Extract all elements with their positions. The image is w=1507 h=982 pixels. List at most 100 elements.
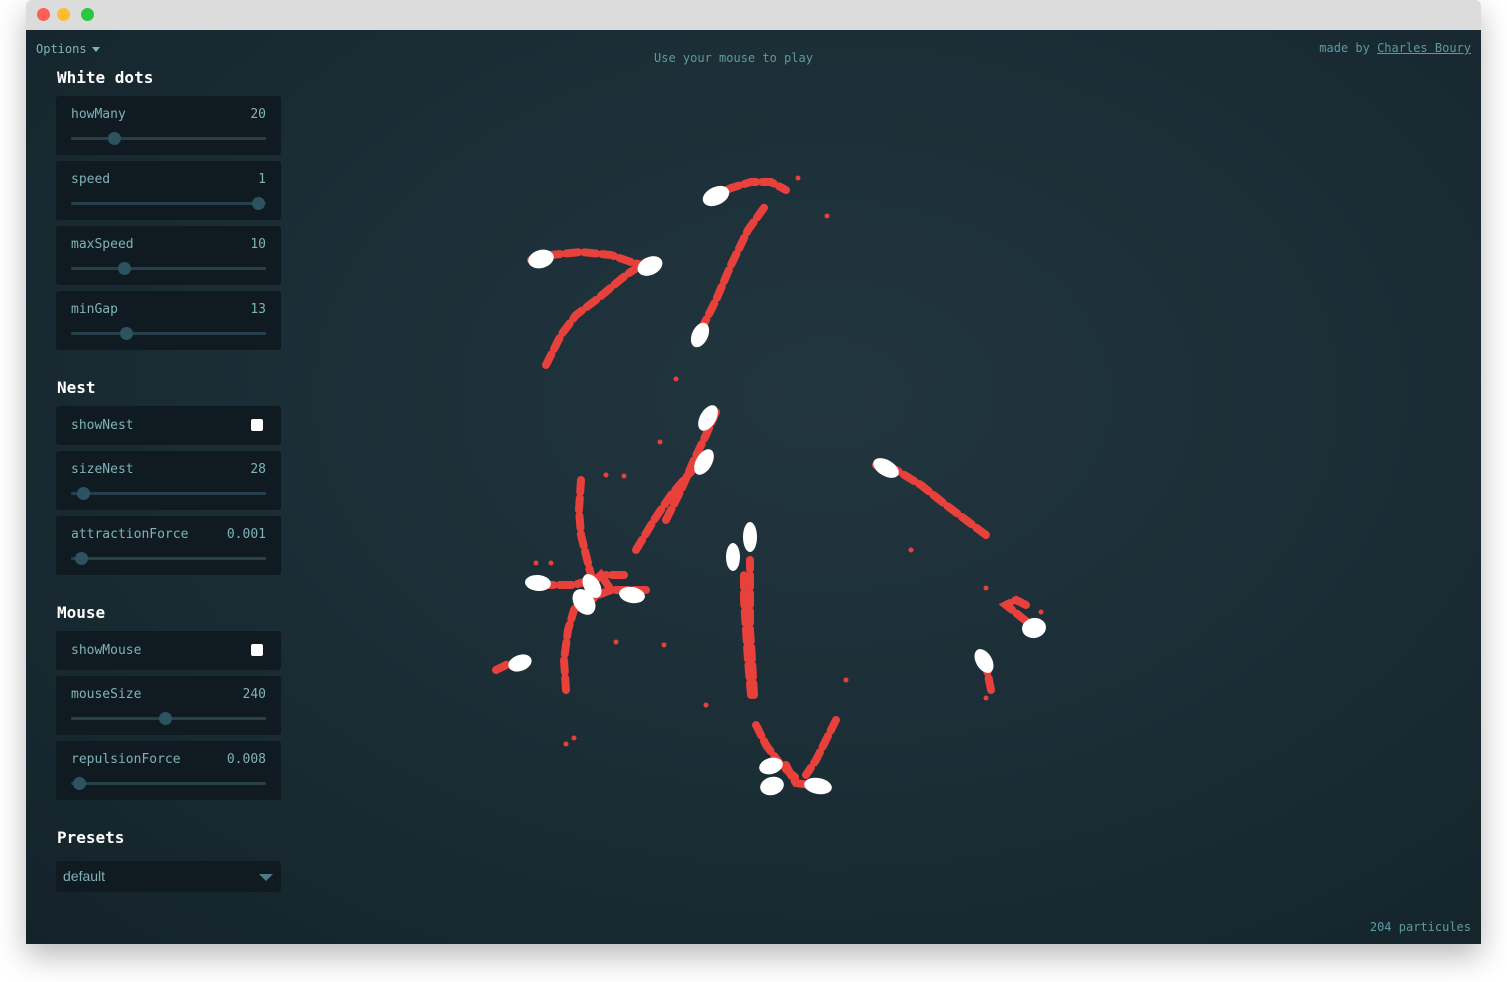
white-dot: [637, 256, 663, 276]
mingap-track[interactable]: [71, 327, 266, 340]
white-dot: [804, 777, 832, 795]
control-showmouse[interactable]: showMouse: [56, 631, 281, 670]
play-hint: Use your mouse to play: [654, 51, 813, 65]
author-link[interactable]: Charles Boury: [1377, 41, 1471, 55]
attractionforce-value: 0.001: [226, 527, 266, 542]
particle-count: 204 particules: [1369, 920, 1471, 934]
white-dot: [508, 654, 532, 672]
sizenest-track[interactable]: [71, 487, 266, 500]
maximize-window-button[interactable]: [81, 8, 94, 21]
credit-prefix: made by: [1319, 41, 1370, 55]
particle-speck: [983, 695, 989, 701]
speed-track[interactable]: [71, 197, 266, 210]
particle-trail: [746, 556, 758, 699]
control-mingap[interactable]: minGap 13: [56, 291, 281, 350]
section-title-mouse: Mouse: [57, 603, 106, 622]
mingap-label: minGap: [71, 302, 118, 317]
control-attractionforce[interactable]: attractionForce 0.001: [56, 516, 281, 575]
white-dot: [743, 522, 757, 552]
presets-select[interactable]: default: [56, 861, 281, 892]
particle-trail: [542, 258, 650, 369]
particle-speck: [908, 547, 914, 553]
showmouse-checkbox[interactable]: [251, 644, 263, 656]
particle-speck: [533, 560, 539, 566]
repulsionforce-track[interactable]: [71, 777, 266, 790]
howmany-thumb[interactable]: [107, 132, 121, 145]
credit-line: made by Charles Boury: [1319, 41, 1471, 55]
shownest-checkbox[interactable]: [251, 419, 263, 431]
minimize-window-button[interactable]: [57, 8, 70, 21]
white-dot: [525, 574, 551, 592]
particle-trail: [559, 596, 586, 694]
white-dot: [760, 776, 784, 796]
particle-speck: [661, 642, 667, 648]
particle-speck: [621, 473, 627, 479]
mousesize-label: mouseSize: [71, 687, 142, 702]
white-dot: [974, 649, 994, 673]
presets-selected-value: default: [63, 868, 106, 884]
speed-thumb[interactable]: [252, 197, 266, 210]
close-window-button[interactable]: [37, 8, 50, 21]
howmany-value: 20: [250, 107, 266, 122]
howmany-track[interactable]: [71, 132, 266, 145]
mousesize-thumb[interactable]: [158, 712, 172, 725]
mingap-value: 13: [250, 302, 266, 317]
maxspeed-label: maxSpeed: [71, 237, 134, 252]
white-dot: [690, 322, 710, 348]
howmany-label: howMany: [71, 107, 126, 122]
speed-value: 1: [258, 172, 266, 187]
particle-speck: [824, 213, 830, 219]
particle-speck: [843, 677, 849, 683]
mousesize-track[interactable]: [71, 712, 266, 725]
particle-speck: [613, 639, 619, 645]
control-mousesize[interactable]: mouseSize 240: [56, 676, 281, 735]
control-maxspeed[interactable]: maxSpeed 10: [56, 226, 281, 285]
control-shownest[interactable]: showNest: [56, 406, 281, 445]
sizenest-thumb[interactable]: [76, 487, 90, 500]
repulsionforce-label: repulsionForce: [71, 752, 181, 767]
mingap-thumb[interactable]: [119, 327, 133, 340]
white-dot: [873, 458, 899, 478]
particle-speck: [571, 735, 577, 741]
maxspeed-thumb[interactable]: [117, 262, 131, 275]
particle-trail: [697, 201, 770, 334]
speed-label: speed: [71, 172, 111, 187]
shownest-label: showNest: [71, 418, 134, 433]
browser-window: Options Use your mouse to play made by C…: [26, 0, 1481, 944]
white-dot: [528, 249, 554, 269]
chevron-down-icon: [259, 874, 273, 881]
section-title-presets: Presets: [57, 828, 125, 847]
particle-speck: [657, 439, 663, 445]
particle-trail: [574, 476, 595, 579]
particle-speck: [703, 702, 709, 708]
control-sizenest[interactable]: sizeNest 28: [56, 451, 281, 510]
particle-speck: [603, 472, 609, 478]
section-title-nest: Nest: [57, 378, 96, 397]
control-speed[interactable]: speed 1: [56, 161, 281, 220]
particle-speck: [548, 560, 554, 566]
attractionforce-label: attractionForce: [71, 527, 189, 542]
particle-speck: [983, 585, 989, 591]
white-dot: [726, 543, 740, 571]
attractionforce-track[interactable]: [71, 552, 266, 565]
showmouse-label: showMouse: [71, 643, 142, 658]
sizenest-value: 28: [250, 462, 266, 477]
maxspeed-value: 10: [250, 237, 266, 252]
particle-trail: [802, 716, 840, 779]
particle-trail: [632, 454, 708, 554]
maxspeed-track[interactable]: [71, 262, 266, 275]
attractionforce-thumb[interactable]: [74, 552, 88, 565]
app-canvas-area[interactable]: Options Use your mouse to play made by C…: [26, 30, 1481, 944]
particle-speck: [673, 376, 679, 382]
sizenest-label: sizeNest: [71, 462, 134, 477]
control-howmany[interactable]: howMany 20: [56, 96, 281, 155]
repulsionforce-thumb[interactable]: [72, 777, 86, 790]
repulsionforce-value: 0.008: [226, 752, 266, 767]
particle-speck: [795, 175, 801, 181]
particle-speck: [563, 741, 569, 747]
mousesize-value: 240: [242, 687, 266, 702]
window-titlebar: [26, 0, 1481, 30]
particle-speck: [1038, 609, 1044, 615]
control-repulsionforce[interactable]: repulsionForce 0.008: [56, 741, 281, 800]
section-title-white-dots: White dots: [57, 68, 154, 87]
